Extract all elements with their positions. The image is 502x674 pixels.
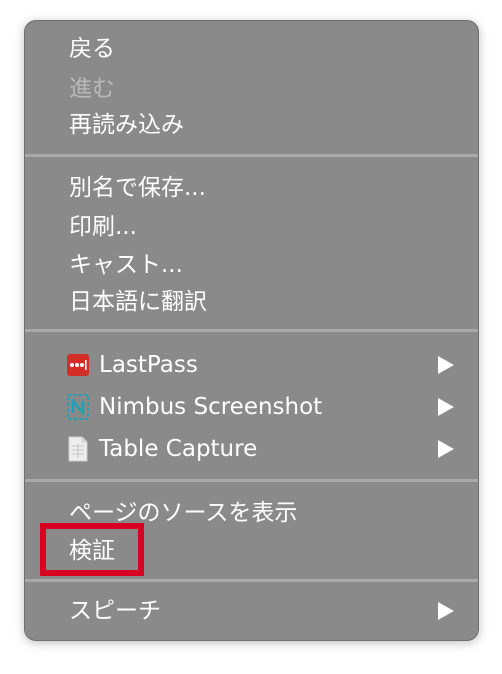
menu-item-cast-label: キャスト... [69,252,183,278]
menu-separator [25,479,478,482]
menu-item-forward-label: 進む [69,76,115,102]
menu-item-forward: 進む [25,69,478,109]
submenu-arrow-icon [438,440,454,458]
table-capture-icon [67,436,89,462]
menu-item-nimbus-screenshot-label: Nimbus Screenshot [99,394,323,420]
menu-separator [25,154,478,157]
inspect-highlight-box [40,523,144,576]
menu-separator [25,329,478,332]
menu-item-translate-label: 日本語に翻訳 [69,289,207,315]
menu-item-reload[interactable]: 再読み込み [25,105,478,145]
submenu-arrow-icon [438,356,454,374]
menu-item-save-as-label: 別名で保存... [69,175,206,201]
menu-item-cast[interactable]: キャスト... [25,245,478,285]
menu-item-table-capture-label: Table Capture [99,436,258,462]
menu-item-nimbus-screenshot[interactable]: Nimbus Screenshot [25,387,478,427]
lastpass-icon [67,352,89,378]
menu-item-back[interactable]: 戻る [25,29,478,69]
menu-item-table-capture[interactable]: Table Capture [25,429,478,469]
menu-item-print-label: 印刷... [69,214,137,240]
nimbus-screenshot-icon [67,394,89,420]
menu-item-print[interactable]: 印刷... [25,207,478,247]
menu-item-back-label: 戻る [69,36,115,62]
menu-item-lastpass[interactable]: LastPass [25,345,478,385]
menu-item-translate[interactable]: 日本語に翻訳 [25,282,478,322]
menu-item-lastpass-label: LastPass [99,352,198,378]
menu-item-reload-label: 再読み込み [69,112,184,138]
submenu-arrow-icon [438,602,454,620]
submenu-arrow-icon [438,398,454,416]
menu-item-speech[interactable]: スピーチ [25,591,478,631]
menu-item-speech-label: スピーチ [69,598,161,624]
menu-item-save-as[interactable]: 別名で保存... [25,168,478,208]
menu-separator [25,579,478,582]
